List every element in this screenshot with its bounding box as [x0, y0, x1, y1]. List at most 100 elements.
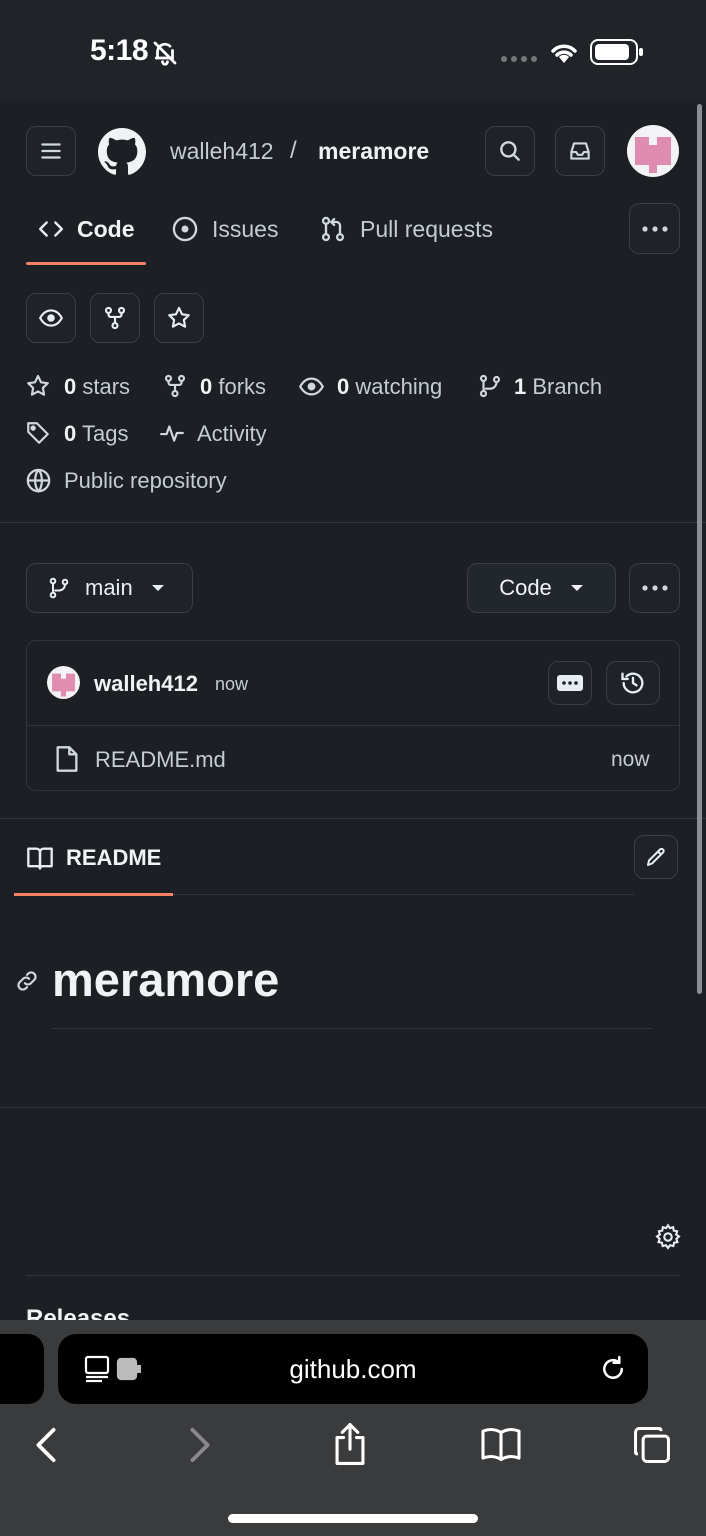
file-time: now: [611, 748, 650, 771]
tags-count: 0: [64, 421, 77, 446]
git-branch-icon: [49, 577, 69, 599]
gear-icon[interactable]: [654, 1223, 682, 1251]
repo-forked-icon: [162, 373, 188, 399]
git-branch-icon: [477, 373, 503, 399]
cellular-signal-icon: [500, 55, 538, 63]
history-button[interactable]: [606, 661, 660, 705]
star-button[interactable]: [154, 293, 204, 343]
status-time: 5:18: [90, 34, 149, 67]
bookmarks-icon[interactable]: [480, 1426, 522, 1462]
code-icon: [38, 216, 64, 242]
forks-count: 0: [200, 374, 213, 399]
tags-label: Tags: [81, 421, 129, 446]
tab-code[interactable]: Code: [77, 216, 135, 243]
search-icon: [500, 141, 520, 161]
anchor-link-icon[interactable]: [14, 968, 40, 994]
stars-link[interactable]: 0 stars: [64, 374, 130, 400]
watch-button[interactable]: [26, 293, 76, 343]
commit-author-avatar[interactable]: [47, 666, 80, 699]
identicon-icon: [635, 137, 671, 173]
forks-label: forks: [218, 374, 267, 399]
branches-link[interactable]: 1 Branch: [514, 374, 602, 400]
page-scrollbar[interactable]: [697, 104, 702, 994]
wifi-icon: [548, 40, 580, 64]
pulse-icon: [158, 420, 186, 446]
hamburger-icon: [41, 143, 61, 159]
readme-header-divider: [173, 894, 634, 895]
releases-divider: [26, 1275, 680, 1276]
eye-icon: [298, 373, 325, 400]
repo-owner-link[interactable]: walleh412: [170, 138, 274, 165]
readme-heading-rule: [52, 1028, 652, 1029]
triangle-down-icon: [570, 585, 583, 591]
section-divider: [0, 522, 706, 523]
kebab-horizontal-icon: [641, 225, 668, 232]
readme-tab-underline: [14, 893, 173, 896]
status-bar: 5:18: [0, 0, 706, 100]
edit-readme-button[interactable]: [634, 835, 678, 879]
tab-pull-requests[interactable]: Pull requests: [360, 216, 493, 243]
repo-name-link[interactable]: meramore: [318, 138, 429, 165]
watching-link[interactable]: 0 watching: [337, 374, 442, 400]
file-name-link[interactable]: README.md: [95, 747, 226, 773]
readme-heading: meramore: [52, 953, 280, 1006]
branch-name: main: [85, 575, 133, 600]
commit-author[interactable]: walleh412: [94, 671, 198, 697]
branch-label: Branch: [532, 374, 603, 399]
triangle-down-icon: [151, 585, 164, 591]
repo-forked-icon: [104, 306, 126, 330]
history-icon: [621, 672, 644, 694]
ellipsis-icon: [557, 675, 583, 691]
github-logo-icon[interactable]: [98, 128, 146, 176]
hamburger-menu-button[interactable]: [26, 126, 76, 176]
pencil-icon: [647, 847, 665, 866]
tag-icon: [25, 420, 51, 446]
identicon-icon: [52, 673, 75, 697]
stars-label: stars: [82, 374, 131, 399]
branch-selector-button[interactable]: main: [26, 563, 193, 613]
back-icon[interactable]: [32, 1426, 60, 1464]
github-repo-page: walleh412 / meramore Code Issues Pull re…: [0, 100, 706, 1320]
active-tab-underline: [26, 262, 146, 265]
breadcrumb-separator: /: [290, 137, 297, 164]
stars-count: 0: [64, 374, 77, 399]
share-icon[interactable]: [330, 1422, 370, 1466]
repo-more-button[interactable]: [629, 563, 680, 613]
activity-link[interactable]: Activity: [197, 421, 267, 447]
tabs-icon[interactable]: [632, 1426, 672, 1464]
inbox-icon: [570, 142, 590, 160]
kebab-horizontal-icon: [641, 585, 668, 591]
address-bar[interactable]: github.com: [58, 1334, 648, 1404]
eye-icon: [38, 309, 64, 327]
forward-icon[interactable]: [186, 1426, 214, 1464]
globe-icon: [25, 467, 52, 494]
issue-opened-icon: [171, 215, 199, 243]
commit-time: now: [215, 674, 249, 694]
forks-link[interactable]: 0 forks: [200, 374, 266, 400]
file-row-divider: [27, 725, 679, 726]
commit-message-toggle-button[interactable]: [548, 661, 592, 705]
watching-count: 0: [337, 374, 350, 399]
book-icon: [26, 845, 54, 871]
reload-icon[interactable]: [598, 1354, 628, 1384]
readme-tab[interactable]: README: [66, 845, 161, 871]
tags-link[interactable]: 0 Tags: [64, 421, 128, 447]
url-text: github.com: [289, 1354, 417, 1384]
tab-issues[interactable]: Issues: [212, 216, 278, 243]
search-button[interactable]: [485, 126, 535, 176]
code-button-label: Code: [499, 575, 552, 600]
file-icon: [55, 745, 79, 773]
file-list-box: walleh412 now README.md now: [26, 640, 680, 791]
code-dropdown-button[interactable]: Code: [467, 563, 616, 613]
bell-slash-icon: [150, 38, 180, 68]
more-tabs-button[interactable]: [629, 203, 680, 254]
watching-label: watching: [355, 374, 443, 399]
home-indicator[interactable]: [228, 1514, 478, 1523]
star-icon: [25, 373, 51, 399]
branch-count: 1: [514, 374, 527, 399]
previous-tab-preview[interactable]: [0, 1334, 44, 1404]
fork-button[interactable]: [90, 293, 140, 343]
user-avatar[interactable]: [627, 125, 679, 177]
star-icon: [168, 306, 190, 328]
inbox-button[interactable]: [555, 126, 605, 176]
